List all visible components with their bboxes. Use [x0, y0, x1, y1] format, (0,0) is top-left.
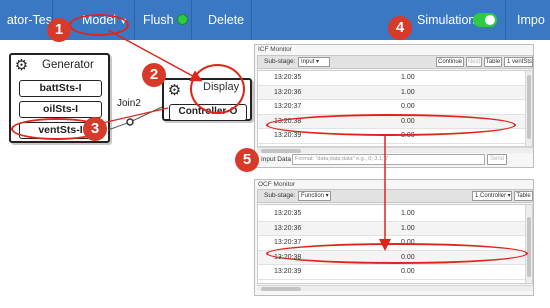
step-badge-5: 5	[235, 148, 259, 172]
app-root: ator-Tes Model ▼ Flush Delete Simulation …	[0, 0, 550, 308]
icf-horizontal-scrollbar[interactable]	[257, 147, 533, 153]
table-row: 13:20:36 1.00	[258, 85, 532, 100]
table-row: 13:20:37 0.00	[258, 100, 532, 115]
icf-monitor-title: ICF Monitor	[258, 46, 292, 53]
icf-sub-stage-select[interactable]: Input ▾	[298, 57, 330, 67]
ocf-monitor-panel: OCF Monitor Sub-stage: Function ▾ 1 Cont…	[254, 179, 534, 296]
input-data-label: Input Data	[261, 156, 291, 163]
icf-toolbar: Sub-stage: Input ▾ Continue Next Table 1…	[257, 55, 533, 69]
scroll-thumb[interactable]	[261, 287, 301, 291]
gear-icon[interactable]: ⚙	[13, 57, 30, 74]
join-node-icon[interactable]	[126, 118, 134, 126]
icf-variable-select[interactable]: 1 ventSts	[504, 57, 533, 67]
step-badge-3: 3	[83, 117, 107, 141]
ocf-vertical-scrollbar[interactable]	[525, 205, 532, 283]
join-label: Join2	[117, 98, 141, 109]
port-oil-sts[interactable]: oilSts-I	[19, 101, 102, 118]
next-button[interactable]: Next	[466, 57, 482, 67]
simulation-toggle[interactable]	[473, 13, 497, 27]
ocf-monitor-title: OCF Monitor	[258, 181, 296, 188]
table-row: 13:20:35 1.00	[258, 71, 532, 86]
flush-button[interactable]: Flush	[143, 0, 188, 40]
highlight-ellipse-model	[69, 14, 129, 36]
ocf-toolbar: Sub-stage: Function ▾ 1 Controller ▾ Tab…	[257, 189, 533, 203]
nav-divider	[251, 0, 252, 40]
nav-divider	[505, 0, 506, 40]
table-row: 13:20:36 1.00	[258, 221, 532, 236]
step-badge-1: 1	[47, 18, 71, 42]
generator-node-header: ⚙ Generator	[11, 55, 108, 77]
generator-node-title: Generator	[42, 59, 94, 71]
nav-divider	[134, 0, 135, 40]
connection-wire	[107, 106, 163, 131]
ocf-horizontal-scrollbar[interactable]	[257, 285, 533, 291]
ocf-table-button[interactable]: Table	[514, 191, 533, 201]
table-row: 13:20:39 0.00	[258, 265, 532, 280]
scroll-thumb[interactable]	[527, 75, 531, 139]
simulation-label: Simulation	[417, 13, 476, 27]
icf-vertical-scrollbar[interactable]	[525, 71, 532, 146]
icf-monitor-panel: ICF Monitor Sub-stage: Input ▾ Continue …	[254, 44, 534, 168]
nav-divider	[191, 0, 192, 40]
highlight-ellipse-display	[190, 64, 245, 114]
table-row: 13:20:35 1.00	[258, 207, 532, 222]
icf-table-button[interactable]: Table	[484, 57, 502, 67]
continue-button[interactable]: Continue	[436, 57, 464, 67]
ocf-variable-select[interactable]: 1 Controller ▾	[472, 191, 512, 201]
icf-sub-stage-label: Sub-stage:	[264, 58, 296, 65]
app-title: ator-Tes	[6, 13, 52, 27]
step-badge-2: 2	[142, 63, 166, 87]
toggle-knob	[485, 15, 495, 25]
port-batt-sts[interactable]: battSts-I	[19, 80, 102, 97]
step-badge-4: 4	[388, 16, 412, 40]
highlight-ellipse-ocf-row	[266, 243, 528, 264]
ocf-sub-stage-select[interactable]: Function ▾	[298, 191, 331, 201]
highlight-ellipse-icf-row	[266, 114, 516, 136]
scroll-thumb[interactable]	[527, 217, 531, 277]
delete-button[interactable]: Delete	[208, 0, 244, 40]
input-data-field[interactable]: Format: "data;data;data" e.g., 0; 3.1; 7	[292, 154, 485, 165]
flush-label: Flush	[143, 13, 174, 27]
send-button[interactable]: Send	[487, 154, 507, 165]
gear-icon[interactable]: ⚙	[166, 82, 183, 99]
ocf-sub-stage-label: Sub-stage:	[264, 192, 296, 199]
status-dot-icon	[176, 14, 188, 25]
scroll-thumb[interactable]	[261, 149, 301, 153]
import-button[interactable]: Impo	[517, 0, 545, 40]
